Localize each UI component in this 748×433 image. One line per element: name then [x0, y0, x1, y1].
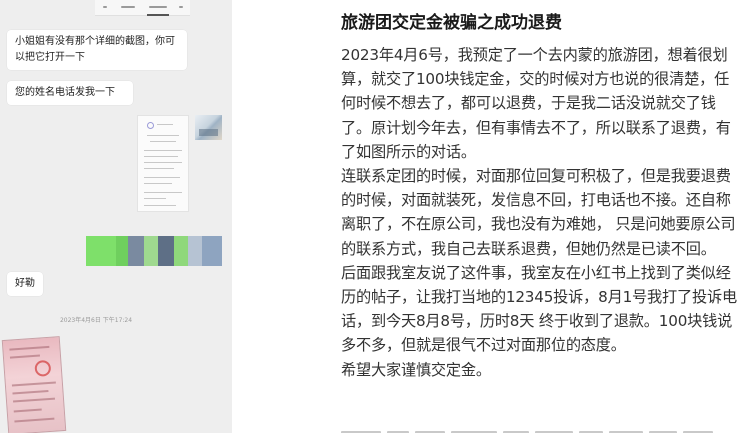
chat-message-bubble: 您的姓名电话发我一下	[7, 81, 133, 105]
document-screenshot-thumbnail[interactable]	[137, 115, 189, 212]
top-bar-tab	[149, 6, 167, 8]
article-body: 2023年4月6号，我预定了一个去内蒙的旅游团，想着很划算，就交了100块钱定金…	[341, 43, 741, 382]
stamp-icon	[34, 359, 52, 377]
chat-top-bar	[95, 0, 190, 16]
top-bar-icon	[103, 6, 107, 8]
cropped-text-line	[341, 425, 731, 433]
article: 旅游团交定金被骗之成功退费 2023年4月6号，我预定了一个去内蒙的旅游团，想着…	[341, 0, 741, 433]
chat-timestamp: 2023年4月6日 下午17:24	[59, 317, 133, 324]
receipt-photo-thumbnail[interactable]	[1, 336, 67, 433]
chat-screenshot: 小姐姐有没有那个详细的截图，你可以把它打开一下 您的姓名电话发我一下 好勒 20…	[0, 0, 232, 433]
chat-message-bubble: 小姐姐有没有那个详细的截图，你可以把它打开一下	[7, 30, 187, 70]
top-bar-tab	[121, 6, 135, 8]
top-bar-icon	[179, 6, 183, 8]
article-title: 旅游团交定金被骗之成功退费	[341, 13, 562, 33]
article-paragraph: 连联系定团的时候，对面那位回复可积极了，但是我要退费的时候，对面就装死，发信息不…	[341, 167, 736, 258]
document-logo-icon	[147, 122, 154, 129]
article-paragraph: 希望大家谨慎交定金。	[341, 360, 491, 379]
redacted-mosaic	[86, 236, 222, 266]
tab-indicator	[147, 14, 169, 16]
chat-message-bubble: 好勒	[7, 272, 43, 296]
article-paragraph: 2023年4月6号，我预定了一个去内蒙的旅游团，想着很划算，就交了100块钱定金…	[341, 46, 731, 161]
article-paragraph: 后面跟我室友说了这件事，我室友在小红书上找到了类似经历的帖子，让我打当地的123…	[341, 263, 737, 355]
photo-thumbnail[interactable]	[195, 115, 222, 140]
